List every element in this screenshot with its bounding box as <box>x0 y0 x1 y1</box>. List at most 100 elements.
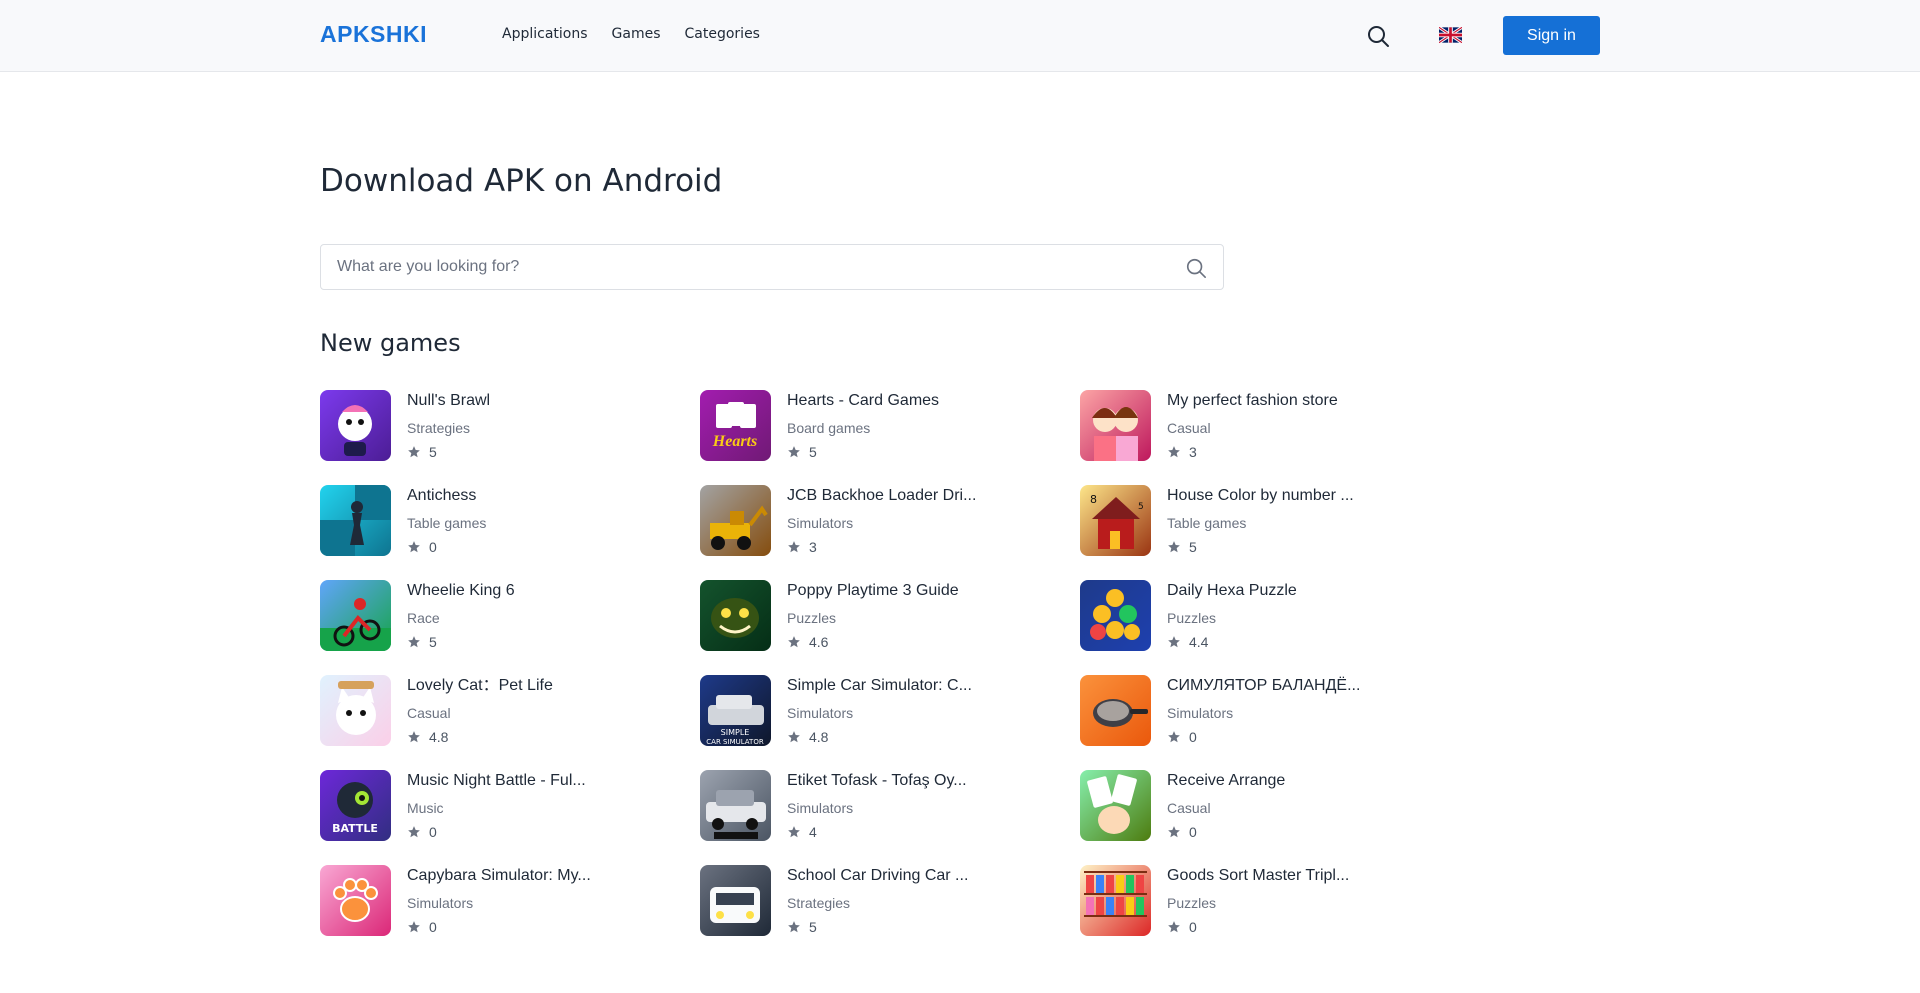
frying-pan-icon[interactable] <box>1080 675 1151 746</box>
game-title[interactable]: School Car Driving Car ... <box>787 866 997 886</box>
game-title[interactable]: Goods Sort Master Tripl... <box>1167 866 1377 886</box>
game-card[interactable]: Wheelie King 6 Race 5 <box>320 580 700 675</box>
game-title[interactable]: Null's Brawl <box>407 391 617 411</box>
svg-text:SIMPLE: SIMPLE <box>721 728 750 737</box>
star-icon <box>788 446 800 458</box>
game-title[interactable]: Daily Hexa Puzzle <box>1167 581 1377 601</box>
uk-flag-icon[interactable] <box>1438 26 1463 44</box>
game-card[interactable]: School Car Driving Car ... Strategies 5 <box>700 865 1080 960</box>
search-icon[interactable] <box>1185 257 1207 279</box>
game-rating: 4.8 <box>407 729 617 745</box>
brawler-icon[interactable] <box>320 390 391 461</box>
game-card[interactable]: BATTLE Music Night Battle - Ful... Music 0 <box>320 770 700 865</box>
star-icon <box>788 541 800 553</box>
hexagon-puzzle-icon[interactable] <box>1080 580 1151 651</box>
star-icon <box>788 826 800 838</box>
game-card[interactable]: СИМУЛЯТОР БАЛАНДЁ... Simulators 0 <box>1080 675 1460 770</box>
sign-in-button[interactable]: Sign in <box>1503 16 1600 55</box>
game-rating: 4.6 <box>787 634 997 650</box>
game-title[interactable]: Hearts - Card Games <box>787 391 997 411</box>
game-card[interactable]: Etiket Tofask - Tofaş Oy... Simulators 4 <box>700 770 1080 865</box>
house-icon[interactable]: 85 <box>1080 485 1151 556</box>
game-card[interactable]: Hearts Hearts - Card Games Board games 5 <box>700 390 1080 485</box>
car-icon[interactable]: SIMPLE CAR SIMULATOR <box>700 675 771 746</box>
game-title[interactable]: Etiket Tofask - Tofaş Oy... <box>787 771 997 791</box>
svg-text:CAR SIMULATOR: CAR SIMULATOR <box>706 738 764 746</box>
rating-value: 0 <box>429 919 437 935</box>
svg-text:5: 5 <box>1138 502 1144 512</box>
game-card[interactable]: SIMPLE CAR SIMULATOR Simple Car Simulator:… <box>700 675 1080 770</box>
motorbike-icon[interactable] <box>320 580 391 651</box>
game-info: Etiket Tofask - Tofaş Oy... Simulators 4 <box>787 771 997 840</box>
white-car-icon[interactable] <box>700 865 771 936</box>
hearts-cards-icon[interactable]: Hearts <box>700 390 771 461</box>
rating-value: 4.8 <box>809 729 829 745</box>
site-logo[interactable]: APKSHKI <box>320 21 427 48</box>
game-card[interactable]: Goods Sort Master Tripl... Puzzles 0 <box>1080 865 1460 960</box>
game-card[interactable]: JCB Backhoe Loader Dri... Simulators 3 <box>700 485 1080 580</box>
game-category: Table games <box>407 515 487 531</box>
game-info: Hearts - Card Games Board games 5 <box>787 391 997 460</box>
game-title[interactable]: Poppy Playtime 3 Guide <box>787 581 997 601</box>
game-card[interactable]: Capybara Simulator: My... Simulators 0 <box>320 865 700 960</box>
main-nav: Applications Games Categories <box>502 26 784 42</box>
game-rating: 3 <box>787 539 997 555</box>
game-category: Board games <box>787 420 871 436</box>
nav-categories[interactable]: Categories <box>685 26 760 42</box>
game-title[interactable]: Wheelie King 6 <box>407 581 617 601</box>
game-card[interactable]: Poppy Playtime 3 Guide Puzzles 4.6 <box>700 580 1080 675</box>
cat-icon[interactable] <box>320 675 391 746</box>
game-card[interactable]: Daily Hexa Puzzle Puzzles 4.4 <box>1080 580 1460 675</box>
game-card[interactable]: Antichess Table games 0 <box>320 485 700 580</box>
game-title[interactable]: СИМУЛЯТОР БАЛАНДЁ... <box>1167 676 1377 696</box>
rating-value: 4 <box>809 824 817 840</box>
star-icon <box>408 636 420 648</box>
game-title[interactable]: My perfect fashion store <box>1167 391 1377 411</box>
sedan-car-icon[interactable] <box>700 770 771 841</box>
game-category: Casual <box>407 705 451 721</box>
svg-text:Hearts: Hearts <box>712 433 757 450</box>
star-icon <box>788 636 800 648</box>
game-card[interactable]: Receive Arrange Casual 0 <box>1080 770 1460 865</box>
star-icon <box>1168 731 1180 743</box>
shelf-goods-icon[interactable] <box>1080 865 1151 936</box>
game-info: Lovely Cat：Pet Life Casual 4.8 <box>407 676 617 745</box>
game-card[interactable]: 8 5 House Color by number ... Table games 5 <box>1080 485 1460 580</box>
nav-applications[interactable]: Applications <box>502 26 588 42</box>
chess-king-icon[interactable] <box>320 485 391 556</box>
star-icon <box>408 541 420 553</box>
game-title[interactable]: JCB Backhoe Loader Dri... <box>787 486 997 506</box>
game-card[interactable]: Null's Brawl Strategies 5 <box>320 390 700 485</box>
game-info: Wheelie King 6 Race 5 <box>407 581 617 650</box>
game-card[interactable]: My perfect fashion store Casual 3 <box>1080 390 1460 485</box>
nav-games[interactable]: Games <box>612 26 661 42</box>
game-title[interactable]: Simple Car Simulator: C... <box>787 676 997 696</box>
rating-value: 5 <box>809 444 817 460</box>
game-card[interactable]: Lovely Cat：Pet Life Casual 4.8 <box>320 675 700 770</box>
game-title[interactable]: Receive Arrange <box>1167 771 1377 791</box>
game-title[interactable]: Capybara Simulator: My... <box>407 866 617 886</box>
rating-value: 4.4 <box>1189 634 1209 650</box>
search-input[interactable] <box>337 245 1177 289</box>
game-info: House Color by number ... Table games 5 <box>1167 486 1377 555</box>
game-title[interactable]: Antichess <box>407 486 617 506</box>
game-category: Music <box>407 800 444 816</box>
game-rating: 0 <box>407 824 617 840</box>
rating-value: 4.8 <box>429 729 449 745</box>
hand-cards-icon[interactable] <box>1080 770 1151 841</box>
fashion-girls-icon[interactable] <box>1080 390 1151 461</box>
game-rating: 0 <box>1167 729 1377 745</box>
game-title[interactable]: Music Night Battle - Ful... <box>407 771 617 791</box>
game-rating: 5 <box>787 444 997 460</box>
backhoe-loader-icon[interactable] <box>700 485 771 556</box>
game-rating: 0 <box>1167 919 1377 935</box>
monster-face-icon[interactable] <box>700 580 771 651</box>
game-title[interactable]: Lovely Cat：Pet Life <box>407 676 617 696</box>
top-header: APKSHKI Applications Games Categories Si… <box>0 0 1920 72</box>
paw-icon[interactable] <box>320 865 391 936</box>
game-category: Puzzles <box>1167 610 1217 626</box>
music-battle-icon[interactable]: BATTLE <box>320 770 391 841</box>
game-info: Null's Brawl Strategies 5 <box>407 391 617 460</box>
header-search-icon[interactable] <box>1366 24 1390 48</box>
game-title[interactable]: House Color by number ... <box>1167 486 1377 506</box>
